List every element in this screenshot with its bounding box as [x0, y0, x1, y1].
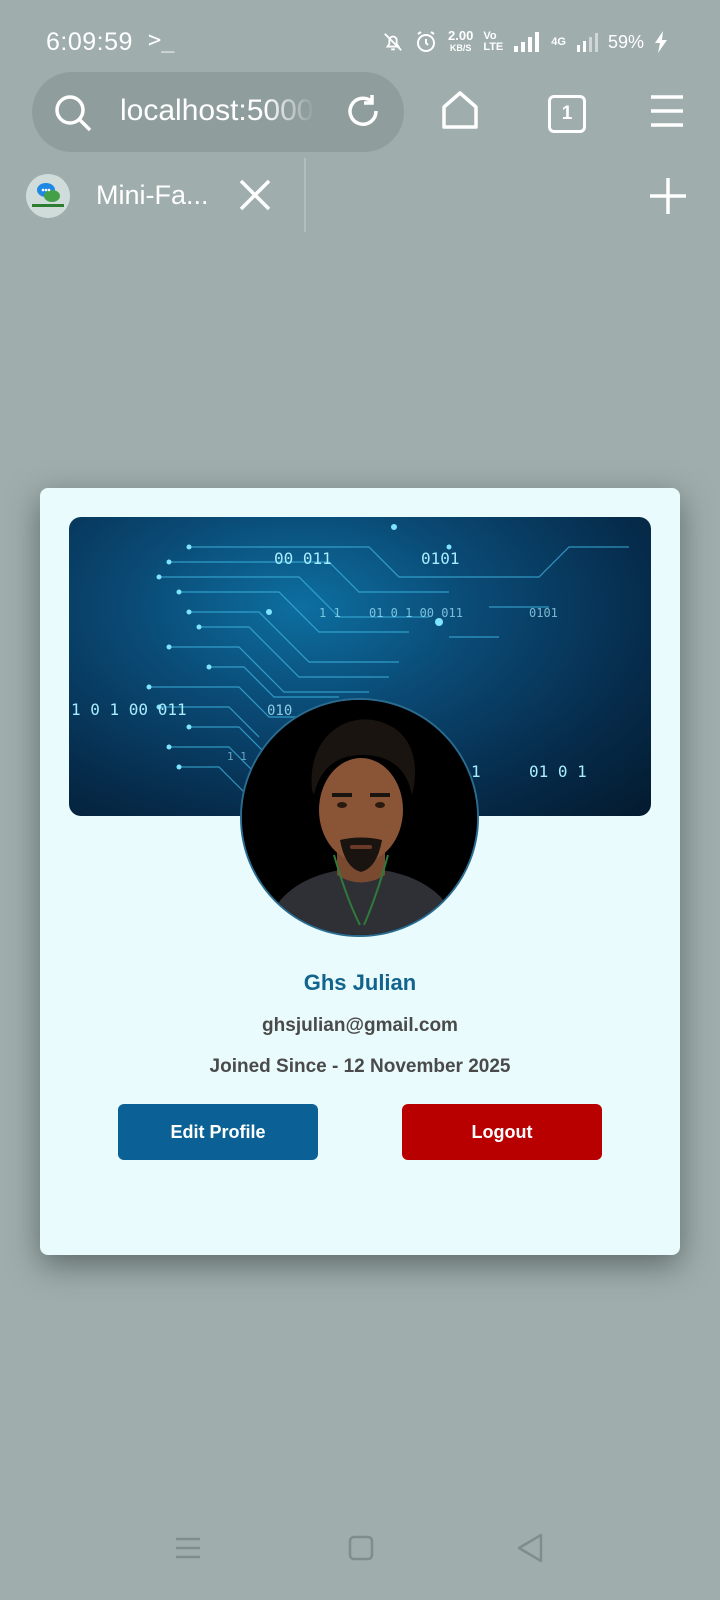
system-nav-bar	[0, 1520, 720, 1590]
search-icon	[55, 95, 92, 132]
logout-button[interactable]: Logout	[402, 1104, 602, 1160]
binary-text: 01 0 1	[529, 762, 587, 781]
binary-text: 0101	[529, 606, 558, 620]
status-icons: 2.00 KB/S Vo LTE 4G 59%	[382, 28, 668, 54]
signal-icon	[514, 32, 540, 52]
profile-name: Ghs Julian	[303, 970, 417, 995]
menu-icon[interactable]	[649, 94, 685, 128]
binary-text: 0101	[421, 549, 460, 568]
net-speed-value: 2.00	[448, 28, 474, 43]
binary-text: 1 1	[319, 606, 341, 620]
favicon-icon	[26, 174, 70, 218]
profile-joined-date: Joined Since - 12 November 2025	[209, 1056, 511, 1077]
recents-icon[interactable]	[175, 1535, 201, 1561]
profile-email: ghsjulian@gmail.com	[262, 1015, 458, 1036]
profile-card: 00 011 0101 1 1 01 0 1 00 011 0101 1 0 1…	[40, 488, 680, 1255]
binary-text: 00 011	[274, 549, 332, 568]
binary-text: 01 0 1 00 011	[369, 606, 463, 620]
binary-text: 010	[267, 703, 292, 719]
profile-photo	[242, 700, 477, 935]
binary-text: 1 1	[227, 750, 247, 763]
net-speed: 2.00 KB/S	[448, 28, 474, 54]
net-speed-unit: KB/S	[449, 43, 472, 53]
tab-strip: Mini-Fa...	[0, 158, 720, 232]
tab-title[interactable]: Mini-Fa...	[96, 180, 209, 211]
binary-text: 1 0 1 00 011	[71, 700, 187, 719]
url-text[interactable]: localhost:5000	[120, 94, 315, 128]
reload-icon[interactable]	[344, 92, 382, 130]
volte-indicator: Vo LTE	[483, 30, 504, 53]
address-bar[interactable]: localhost:5000	[32, 72, 404, 152]
home-icon[interactable]	[440, 90, 480, 130]
battery-percent: 59%	[607, 31, 644, 52]
edit-profile-button[interactable]: Edit Profile	[118, 1104, 318, 1160]
charging-icon	[655, 31, 667, 53]
avatar	[240, 698, 479, 937]
alarm-icon	[417, 31, 435, 52]
signal-icon-secondary	[576, 33, 598, 52]
tab-count-button[interactable]: 1	[548, 95, 586, 133]
close-icon[interactable]	[238, 178, 272, 212]
mute-bell-icon	[384, 33, 402, 51]
back-icon[interactable]	[516, 1533, 544, 1563]
home-nav-icon[interactable]	[348, 1535, 374, 1561]
terminal-icon: >_	[148, 28, 175, 53]
network-type: 4G	[551, 36, 566, 48]
plus-icon[interactable]	[648, 176, 688, 216]
status-time: 6:09:59	[46, 28, 133, 56]
tab-divider	[304, 158, 306, 232]
